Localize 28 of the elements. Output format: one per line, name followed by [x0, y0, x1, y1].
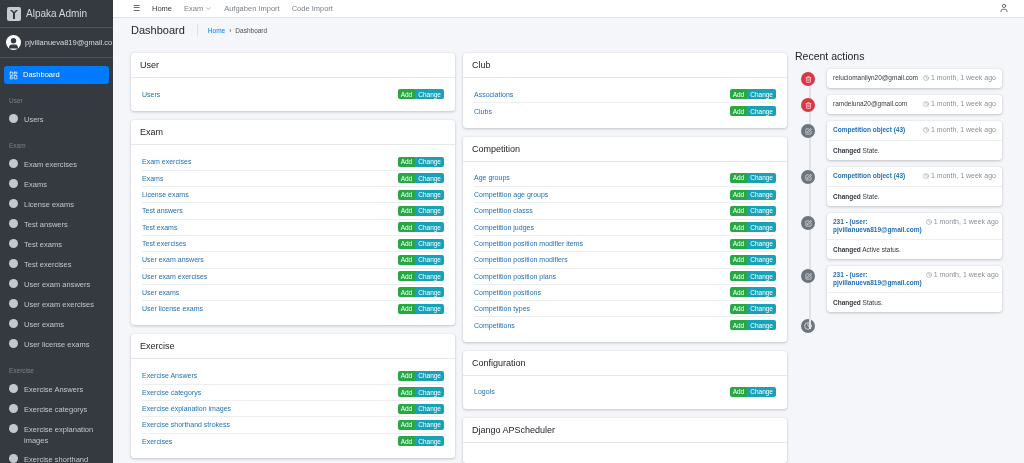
caret-icon	[205, 4, 213, 12]
user-icon[interactable]	[999, 3, 1009, 14]
clock-icon	[923, 100, 929, 107]
logo-icon	[7, 6, 21, 21]
edit-icon	[801, 269, 815, 284]
clock-icon	[925, 271, 932, 278]
card-title: Django APScheduler	[463, 418, 787, 443]
clock-icon	[923, 74, 929, 81]
edit-icon	[801, 216, 815, 231]
card-title: Club	[463, 53, 787, 79]
section-title: Recent actions	[795, 50, 866, 63]
card-title: Exam	[131, 120, 455, 146]
edit-icon	[801, 124, 815, 139]
trash-icon	[801, 72, 815, 87]
edit-icon	[801, 170, 815, 185]
clock-icon	[925, 218, 932, 225]
card-title: Competition	[463, 136, 787, 162]
page-title: Dashboard	[131, 24, 198, 36]
card-title: Configuration	[463, 350, 787, 376]
brand-title: Alpaka Admin	[26, 8, 88, 19]
avatar-icon	[6, 35, 21, 50]
trash-icon	[801, 98, 815, 113]
clock-icon	[923, 126, 929, 133]
card-title: User	[131, 53, 455, 79]
clock-icon	[923, 172, 929, 179]
clock-icon	[801, 319, 815, 334]
card-title: Exercise	[131, 334, 455, 360]
dashboard-icon	[9, 70, 18, 80]
